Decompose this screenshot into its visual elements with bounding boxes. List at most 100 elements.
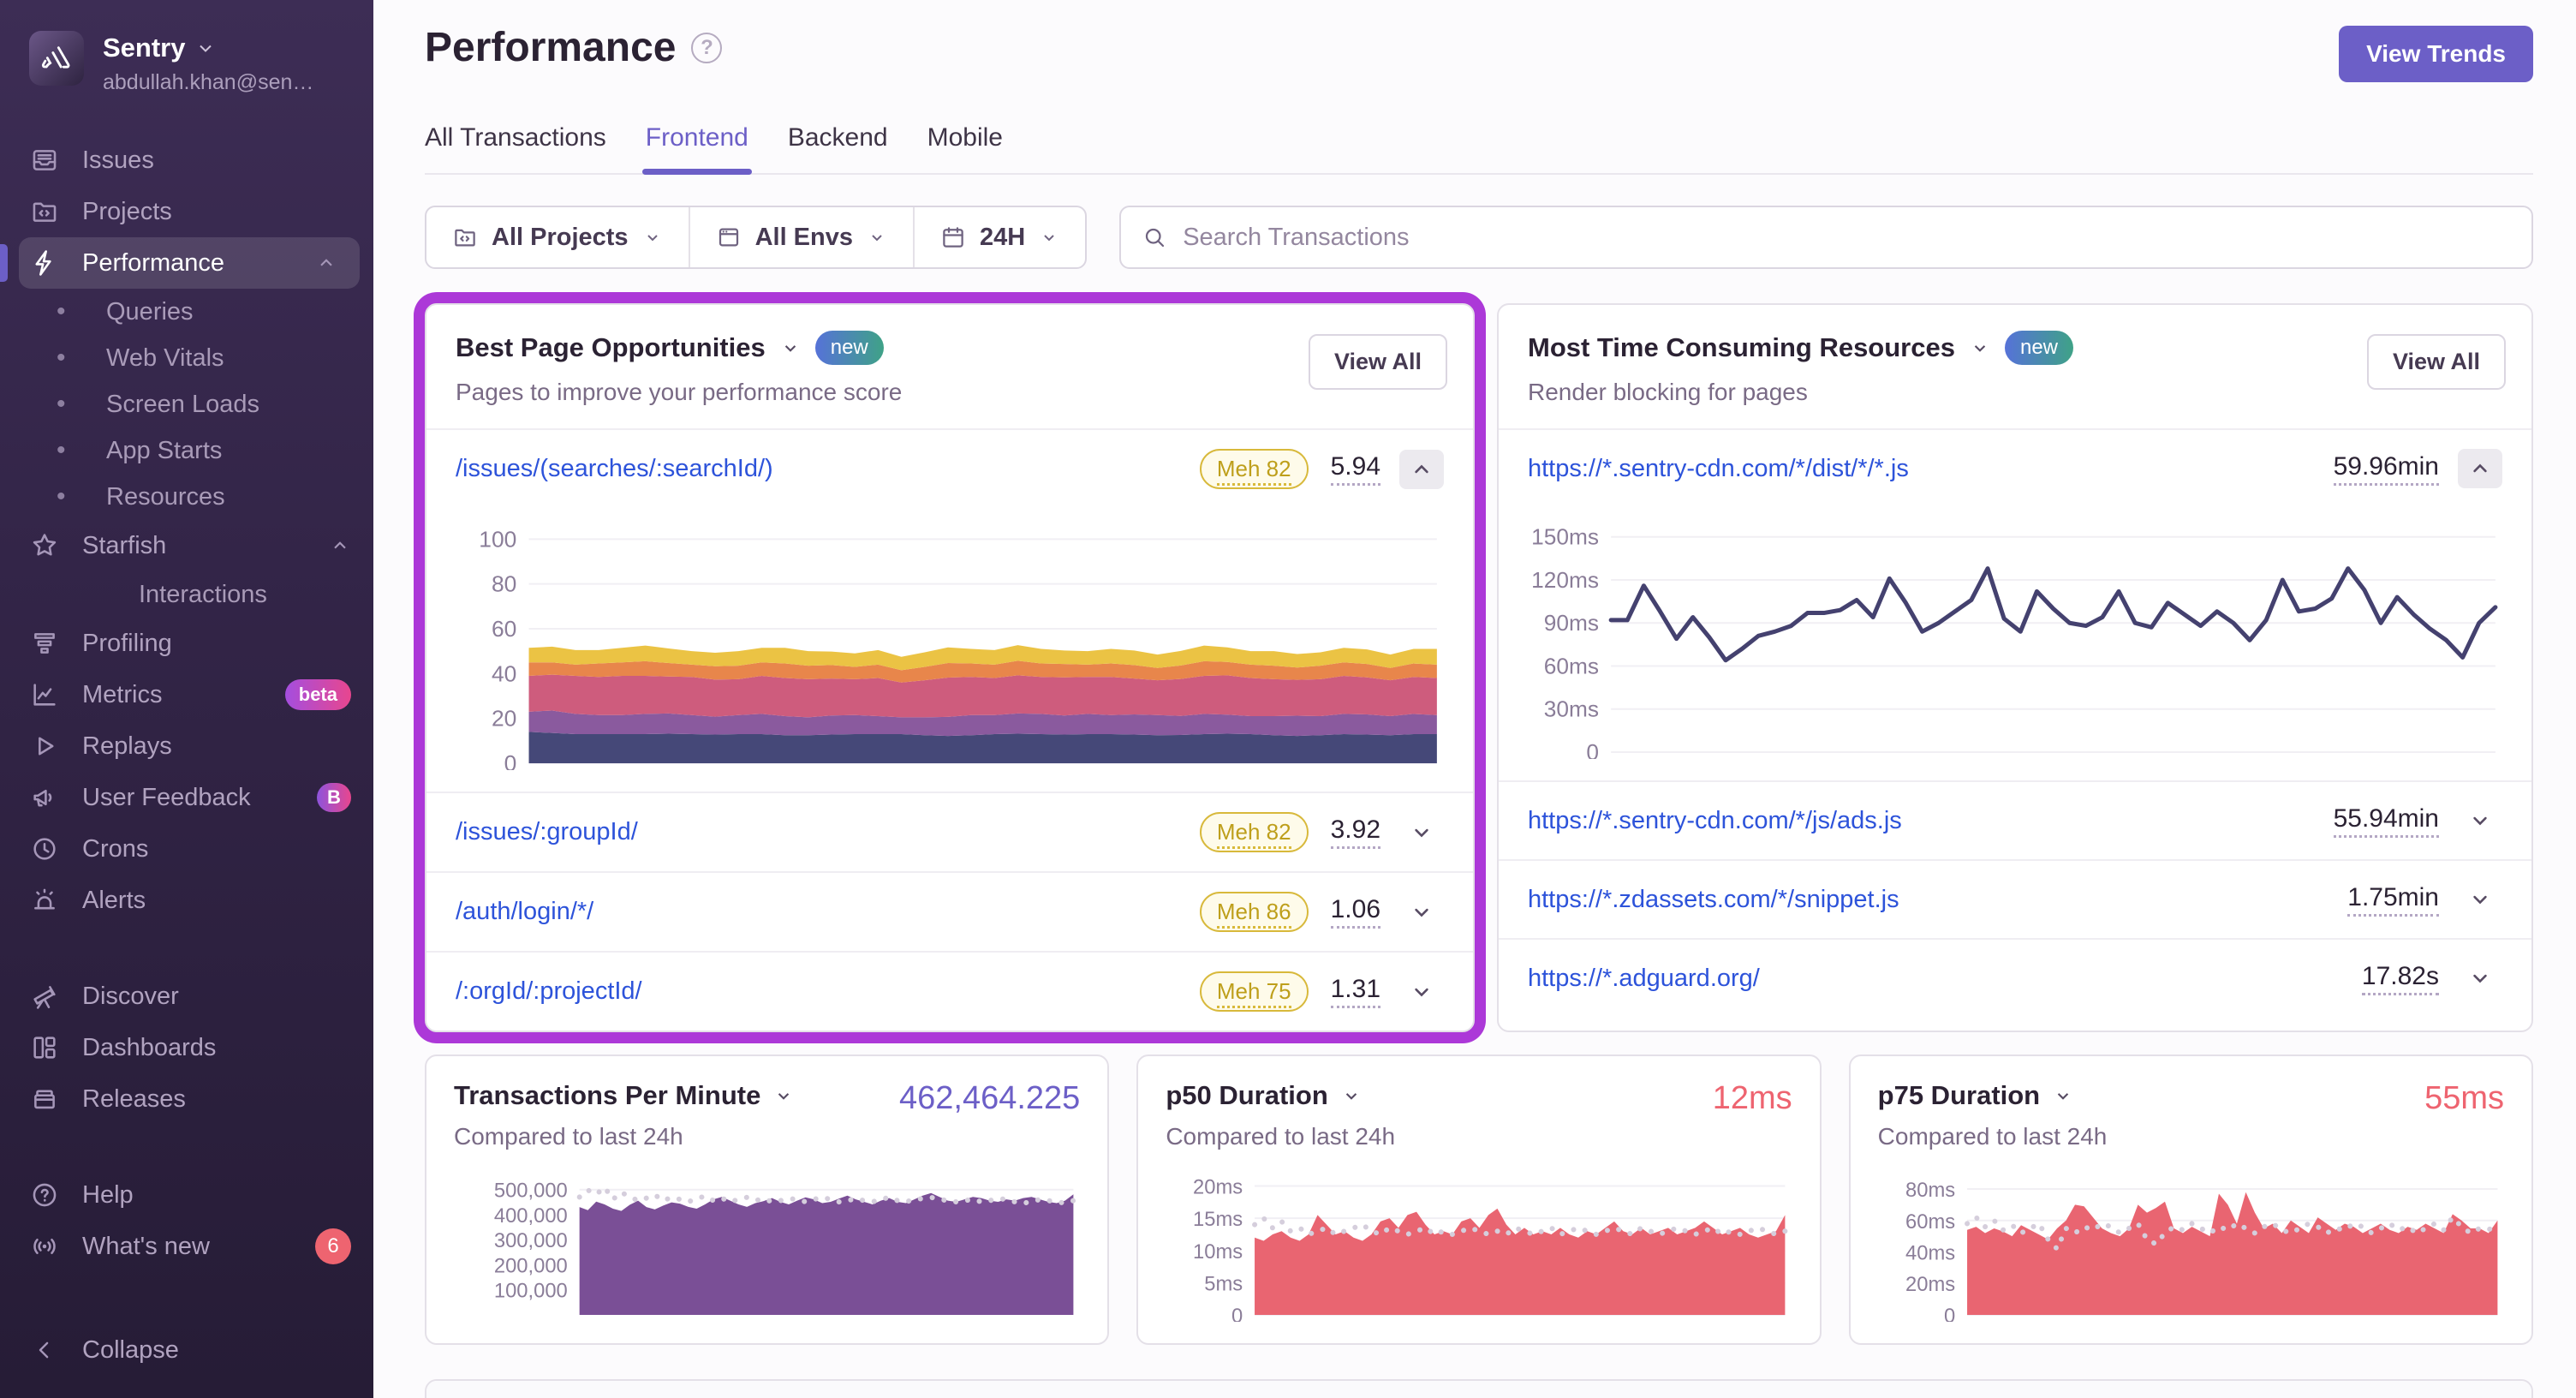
resource-link[interactable]: https://*.zdassets.com/*/snippet.js — [1528, 886, 2325, 914]
sidebar-item-interactions[interactable]: Interactions — [0, 571, 373, 618]
transaction-link[interactable]: /issues/(searches/:searchId/) — [456, 455, 1183, 483]
nav-spacer — [0, 1125, 373, 1169]
tpm-card: Transactions Per Minute 462,464.225 Comp… — [425, 1054, 1109, 1345]
bullet-icon: • — [57, 344, 74, 373]
sidebar-item-replays[interactable]: Replays — [0, 720, 373, 772]
opportunity-row: /:orgId/:projectId/ Meh 75 1.31 — [426, 951, 1473, 1031]
panel-title: Best Page Opportunities — [456, 332, 766, 363]
expand-row-button[interactable] — [2458, 959, 2502, 998]
sidebar-item-web-vitals[interactable]: • Web Vitals — [0, 335, 373, 381]
help-icon — [29, 1180, 60, 1210]
chevron-down-icon[interactable] — [2052, 1084, 2074, 1107]
svg-text:100: 100 — [479, 527, 516, 553]
tab-mobile[interactable]: Mobile — [927, 123, 1003, 173]
what-s-new-badge: 6 — [315, 1228, 351, 1264]
svg-text:5ms: 5ms — [1205, 1272, 1243, 1295]
new-badge: new — [815, 331, 884, 365]
sidebar-item-issues[interactable]: Issues — [0, 134, 373, 186]
opportunity-row: /auth/login/*/ Meh 86 1.06 — [426, 871, 1473, 951]
svg-text:0: 0 — [1586, 739, 1599, 759]
sidebar-item-help[interactable]: Help — [0, 1169, 373, 1221]
sidebar-item-projects[interactable]: Projects — [0, 186, 373, 237]
search-transactions[interactable] — [1119, 206, 2533, 269]
svg-text:400,000: 400,000 — [494, 1204, 568, 1228]
sidebar-item-label: Web Vitals — [106, 344, 224, 373]
svg-text:0: 0 — [504, 750, 517, 770]
tab-all-transactions[interactable]: All Transactions — [425, 123, 606, 173]
bullet-icon: • — [57, 390, 74, 419]
sidebar-item-releases[interactable]: Releases — [0, 1073, 373, 1125]
sidebar-item-user-feedback[interactable]: User FeedbackB — [0, 772, 373, 823]
view-all-button[interactable]: View All — [1309, 334, 1447, 390]
resource-link[interactable]: https://*.sentry-cdn.com/*/dist/*/*.js — [1528, 455, 2311, 483]
environment-filter[interactable]: All Envs — [689, 207, 913, 267]
expand-row-button[interactable] — [2458, 801, 2502, 840]
resource-duration: 59.96min — [2334, 452, 2439, 486]
transaction-link[interactable]: /:orgId/:projectId/ — [456, 977, 1183, 1006]
metrics-badge: beta — [285, 679, 351, 710]
panel-subtitle: Pages to improve your performance score — [456, 379, 1444, 406]
metric-title: p75 Duration — [1878, 1080, 2040, 1111]
resource-link[interactable]: https://*.sentry-cdn.com/*/js/ads.js — [1528, 807, 2311, 835]
sidebar-item-metrics[interactable]: Metricsbeta — [0, 669, 373, 720]
replays-icon — [29, 731, 60, 762]
svg-text:80ms: 80ms — [1905, 1179, 1955, 1202]
sidebar-item-dashboards[interactable]: Dashboards — [0, 1022, 373, 1073]
expand-row-button[interactable] — [1399, 813, 1444, 852]
new-badge: new — [2005, 331, 2073, 365]
resource-link[interactable]: https://*.adguard.org/ — [1528, 965, 2340, 993]
nav-spacer — [0, 926, 373, 971]
chevron-down-icon[interactable] — [1969, 337, 1991, 359]
sidebar-item-screen-loads[interactable]: •Screen Loads — [0, 381, 373, 427]
lightning-icon — [29, 248, 60, 278]
resource-row: https://*.adguard.org/ 17.82s — [1499, 938, 2531, 1017]
svg-text:120ms: 120ms — [1531, 567, 1599, 593]
search-input[interactable] — [1183, 224, 2511, 252]
sidebar-item-app-starts[interactable]: •App Starts — [0, 427, 373, 474]
sidebar-item-label: Starfish — [82, 532, 166, 560]
transaction-link[interactable]: /issues/:groupId/ — [456, 818, 1183, 846]
svg-text:40ms: 40ms — [1905, 1241, 1955, 1264]
time-consuming-resources-panel: Most Time Consuming Resources new Render… — [1497, 303, 2533, 1032]
p50-duration-card: p50 Duration 12ms Compared to last 24h 2… — [1136, 1054, 1821, 1345]
expand-row-button[interactable] — [1399, 972, 1444, 1012]
chevron-down-icon[interactable] — [1340, 1084, 1363, 1107]
svg-text:20ms: 20ms — [1193, 1175, 1243, 1198]
resource-duration: 1.75min — [2347, 883, 2439, 917]
sidebar-item-resources[interactable]: •Resources — [0, 474, 373, 520]
view-all-button[interactable]: View All — [2367, 334, 2506, 390]
clock-icon — [29, 833, 60, 864]
table-header: TRANSACTION PROJECT OPERATION TPM ↓ P50(… — [426, 1381, 2531, 1398]
sidebar-item-starfish[interactable]: Starfish — [0, 520, 373, 571]
sidebar-item-crons[interactable]: Crons — [0, 823, 373, 875]
svg-text:10ms: 10ms — [1193, 1240, 1243, 1264]
tab-backend[interactable]: Backend — [788, 123, 888, 173]
project-filter[interactable]: All Projects — [426, 207, 689, 267]
sidebar-item-collapse[interactable]: Collapse — [0, 1324, 373, 1376]
sidebar-item-alerts[interactable]: Alerts — [0, 875, 373, 926]
collapse-row-button[interactable] — [1399, 450, 1444, 489]
sidebar-item-performance[interactable]: Performance — [19, 237, 360, 289]
help-circle-icon[interactable]: ? — [691, 33, 722, 63]
sidebar-item-label: Queries — [106, 298, 194, 326]
svg-text:0: 0 — [1944, 1305, 1955, 1322]
chevron-down-icon[interactable] — [772, 1084, 795, 1107]
sidebar-item-label: Discover — [82, 983, 179, 1011]
view-trends-button[interactable]: View Trends — [2339, 26, 2533, 82]
transaction-link[interactable]: /auth/login/*/ — [456, 898, 1183, 926]
sidebar-item-profiling[interactable]: Profiling — [0, 618, 373, 669]
org-switcher[interactable]: Sentry abdullah.khan@sen… — [0, 0, 373, 95]
sidebar-item-discover[interactable]: Discover — [0, 971, 373, 1022]
projects-icon — [29, 196, 60, 227]
sidebar-item-queries[interactable]: •Queries — [0, 289, 373, 335]
chevron-down-icon[interactable] — [779, 337, 802, 359]
expand-row-button[interactable] — [2458, 880, 2502, 919]
score-badge: Meh 82 — [1200, 812, 1309, 852]
expand-row-button[interactable] — [1399, 893, 1444, 932]
collapse-row-button[interactable] — [2458, 449, 2502, 488]
score-badge: Meh 75 — [1200, 971, 1309, 1012]
svg-text:30ms: 30ms — [1544, 696, 1599, 722]
sidebar-item-what-s-new[interactable]: What's new6 — [0, 1221, 373, 1272]
tab-frontend[interactable]: Frontend — [646, 123, 748, 173]
date-range-filter[interactable]: 24H — [913, 207, 1085, 267]
